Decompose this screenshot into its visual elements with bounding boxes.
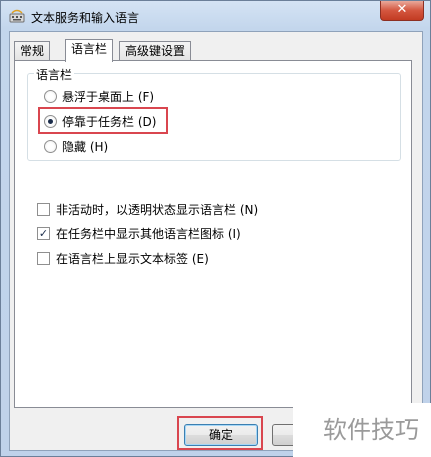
radio-button[interactable] xyxy=(44,89,57,103)
keyboard-icon xyxy=(9,8,25,24)
checkbox-show-extra-icons[interactable]: ✓ 在任务栏中显示其他语言栏图标 (I) xyxy=(37,225,241,241)
checkbox-show-text-labels[interactable]: 在语言栏上显示文本标签 (E) xyxy=(37,250,209,266)
checkbox-label: 非活动时，以透明状态显示语言栏 (N) xyxy=(56,202,259,217)
checkbox[interactable] xyxy=(37,251,50,265)
checkbox-label: 在任务栏中显示其他语言栏图标 (I) xyxy=(56,226,241,241)
watermark: 软件技巧 xyxy=(293,403,431,457)
dialog-body: 常规 语言栏 高级键设置 语言栏 悬浮于桌面上 (F) 停靠于任务栏 (D) 隐… xyxy=(9,31,423,451)
radio-button[interactable] xyxy=(44,139,57,153)
radio-button[interactable] xyxy=(44,114,57,128)
group-label: 语言栏 xyxy=(34,66,75,83)
radio-label: 悬浮于桌面上 (F) xyxy=(62,89,155,104)
checkbox-transparent-when-inactive[interactable]: 非活动时，以透明状态显示语言栏 (N) xyxy=(37,201,258,217)
dialog-window: 文本服务和输入语言 ✕ 常规 语言栏 高级键设置 语言栏 悬浮于桌面上 (F) … xyxy=(0,0,431,457)
radio-hidden[interactable]: 隐藏 (H) xyxy=(44,138,108,154)
tab-language-bar[interactable]: 语言栏 xyxy=(65,39,114,62)
close-icon: ✕ xyxy=(396,2,408,17)
checkbox[interactable]: ✓ xyxy=(37,226,50,240)
title-bar[interactable]: 文本服务和输入语言 ✕ xyxy=(1,1,430,31)
radio-float-on-desktop[interactable]: 悬浮于桌面上 (F) xyxy=(44,88,154,104)
radio-label: 隐藏 (H) xyxy=(62,139,109,154)
radio-dock-in-taskbar[interactable]: 停靠于任务栏 (D) xyxy=(44,113,156,129)
tab-advanced-key-settings[interactable]: 高级键设置 xyxy=(119,41,192,61)
tab-panel: 语言栏 悬浮于桌面上 (F) 停靠于任务栏 (D) 隐藏 (H) 非活动时，以透 xyxy=(14,60,412,408)
window-title: 文本服务和输入语言 xyxy=(31,11,140,25)
language-bar-group: 语言栏 悬浮于桌面上 (F) 停靠于任务栏 (D) 隐藏 (H) xyxy=(27,66,401,161)
radio-label: 停靠于任务栏 (D) xyxy=(62,114,157,129)
checkbox-label: 在语言栏上显示文本标签 (E) xyxy=(56,251,209,266)
checkbox[interactable] xyxy=(37,202,50,216)
ok-button[interactable]: 确定 xyxy=(184,424,258,446)
tab-general[interactable]: 常规 xyxy=(14,41,51,61)
close-button[interactable]: ✕ xyxy=(380,1,424,21)
